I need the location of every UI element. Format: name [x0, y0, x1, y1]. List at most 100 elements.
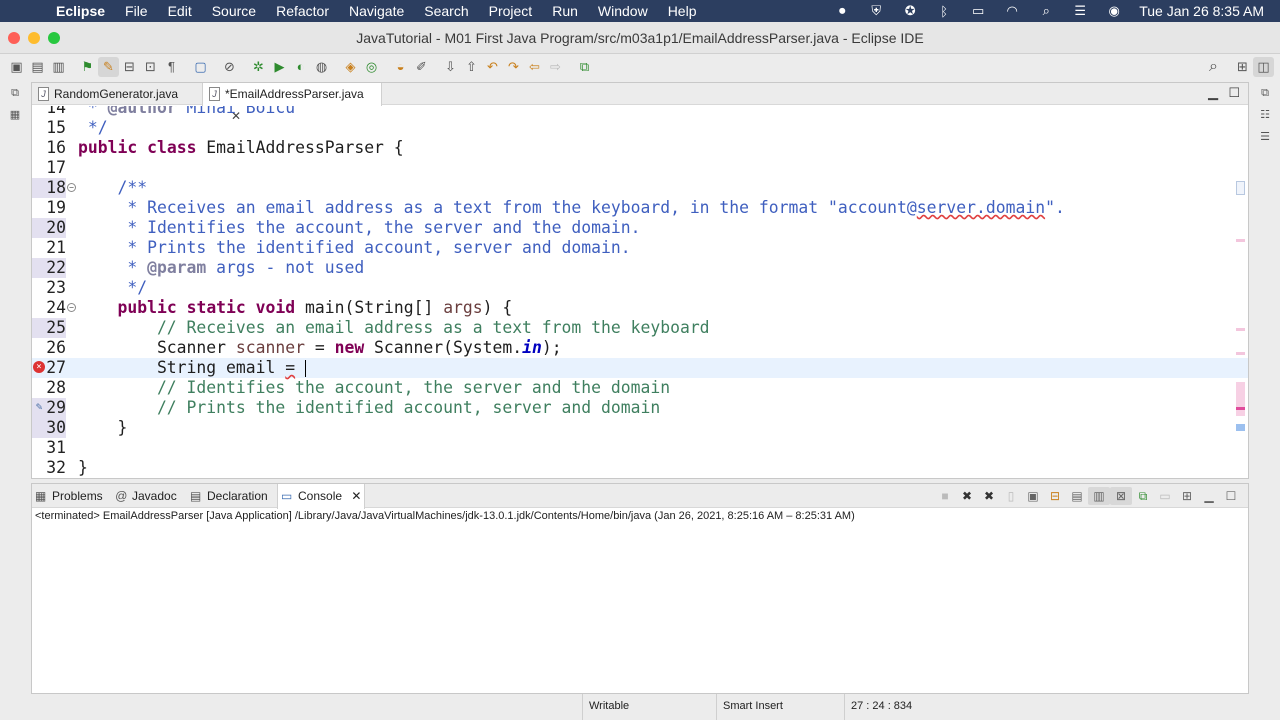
code-text[interactable]: Scanner scanner = new Scanner(System.in)…	[78, 338, 562, 358]
open-perspective-icon[interactable]: ⊞	[1232, 57, 1253, 77]
tab-declaration[interactable]: ▤ Declaration	[187, 484, 279, 508]
code-text[interactable]: // Identifies the account, the server an…	[78, 378, 670, 398]
code-text[interactable]: String email =	[78, 358, 306, 378]
ruler-mark[interactable]	[1236, 328, 1245, 331]
record-icon[interactable]: ⏺	[825, 3, 859, 19]
ruler-mark[interactable]	[1236, 181, 1245, 195]
task-marker-icon[interactable]: ✎	[33, 401, 45, 413]
code-line[interactable]: 27 × String email =	[32, 358, 1248, 378]
pin-console-icon[interactable]: ⊠	[1110, 487, 1132, 505]
open-type-icon[interactable]: ◒	[390, 57, 411, 77]
maximize-icon[interactable]: ☐	[1220, 487, 1242, 505]
show-whitespace-icon[interactable]: ¶	[161, 57, 182, 77]
code-line[interactable]: 25 // Receives an email address as a tex…	[32, 318, 1248, 338]
error-icon[interactable]: ×	[33, 361, 45, 373]
code-line[interactable]: 20 * Identifies the account, the server …	[32, 218, 1248, 238]
bluetooth-icon[interactable]: ᛒ	[927, 4, 961, 19]
show-console-stdout-icon[interactable]: ▤	[1066, 487, 1088, 505]
maximize-icon[interactable]: ☐	[1228, 85, 1240, 101]
code-text[interactable]: /**	[78, 178, 147, 198]
badge-icon[interactable]: ✪	[893, 3, 927, 19]
code-text[interactable]: */	[78, 118, 108, 138]
ruler-mark[interactable]	[1236, 352, 1245, 355]
ruler-mark[interactable]	[1236, 239, 1245, 242]
external-tools-icon[interactable]: ◍	[311, 57, 332, 77]
code-text[interactable]: }	[78, 458, 88, 478]
siri-icon[interactable]: ◉	[1097, 3, 1131, 19]
menu-search[interactable]: Search	[414, 3, 478, 19]
menu-refactor[interactable]: Refactor	[266, 3, 339, 19]
open-console-icon[interactable]: ▭	[1154, 487, 1176, 505]
code-line[interactable]: 24− public static void main(String[] arg…	[32, 298, 1248, 318]
forward-edit-icon[interactable]: ↷	[503, 57, 524, 77]
ruler-mark[interactable]	[1236, 424, 1245, 431]
remove-all-terminated-icon[interactable]: ✖	[978, 487, 1000, 505]
tab-console[interactable]: ▭ Console ✕	[277, 484, 365, 509]
toggle-mark-occurrences-icon[interactable]: ✎	[98, 57, 119, 77]
code-line[interactable]: 14 * @author Mihai Boicu	[32, 106, 1248, 118]
last-edit-location-icon[interactable]: ↶	[482, 57, 503, 77]
code-line[interactable]: 15 */	[32, 118, 1248, 138]
search-tool-icon[interactable]: ✐	[411, 57, 432, 77]
code-area[interactable]: 14 * @author Mihai Boicu 15 */16 public cl…	[32, 106, 1248, 478]
minimize-icon[interactable]: ▁	[1208, 85, 1218, 101]
word-wrap-icon[interactable]: ⊡	[140, 57, 161, 77]
outline-icon[interactable]: ☷	[1250, 104, 1280, 126]
code-text[interactable]: }	[78, 418, 127, 438]
spotlight-search-icon[interactable]: ⌕	[1029, 3, 1063, 19]
new-java-class-icon[interactable]: ◎	[361, 57, 382, 77]
close-tab-icon[interactable]: ✕	[351, 489, 361, 503]
code-line[interactable]: 22 * @param args - not used	[32, 258, 1248, 278]
menu-source[interactable]: Source	[202, 3, 266, 19]
shield-icon[interactable]: ⛨	[859, 3, 893, 19]
insert-mode-status[interactable]: Smart Insert	[716, 694, 844, 720]
code-line[interactable]: 19 * Receives an email address as a text…	[32, 198, 1248, 218]
task-list-icon[interactable]: ☰	[1250, 126, 1280, 148]
code-line[interactable]: 26 Scanner scanner = new Scanner(System.…	[32, 338, 1248, 358]
code-text[interactable]: * @param args - not used	[78, 258, 364, 278]
minimize-icon[interactable]: ▁	[1198, 487, 1220, 505]
terminate-icon[interactable]: ■	[934, 487, 956, 505]
clear-console-icon[interactable]: ▯	[1000, 487, 1022, 505]
restore-icon[interactable]: ⧉	[0, 82, 30, 104]
package-explorer-icon[interactable]: ▦	[0, 104, 30, 126]
java-perspective-icon[interactable]: ◫	[1253, 57, 1274, 77]
new-console-icon[interactable]: ⊞	[1176, 487, 1198, 505]
debug-icon[interactable]: ✲	[248, 57, 269, 77]
battery-icon[interactable]: ▭	[961, 3, 995, 19]
new-java-project-icon[interactable]: ◈	[340, 57, 361, 77]
build-icon[interactable]: ⚑	[77, 57, 98, 77]
code-line[interactable]: 28 // Identifies the account, the server…	[32, 378, 1248, 398]
show-console-stderr-icon[interactable]: ▥	[1088, 487, 1110, 505]
fold-toggle-icon[interactable]: −	[67, 303, 76, 312]
wifi-icon[interactable]: ◠	[995, 3, 1029, 19]
menu-run[interactable]: Run	[542, 3, 588, 19]
code-text[interactable]: // Prints the identified account, server…	[78, 398, 660, 418]
code-line[interactable]: 16 public class EmailAddressParser {	[32, 138, 1248, 158]
next-annotation-icon[interactable]: ⇩	[440, 57, 461, 77]
forward-icon[interactable]: ⇨	[545, 57, 566, 77]
toggle-block-selection-icon[interactable]: ⊟	[119, 57, 140, 77]
scroll-lock-icon[interactable]: ▣	[1022, 487, 1044, 505]
overview-ruler[interactable]	[1234, 106, 1246, 478]
terminal-icon[interactable]: ▢	[190, 57, 211, 77]
menu-navigate[interactable]: Navigate	[339, 3, 414, 19]
code-text[interactable]: * @author Mihai Boicu	[78, 106, 295, 118]
save-icon[interactable]: ▤	[27, 57, 48, 77]
ruler-mark[interactable]	[1236, 382, 1245, 416]
menu-file[interactable]: File	[115, 3, 158, 19]
menu-window[interactable]: Window	[588, 3, 658, 19]
previous-annotation-icon[interactable]: ⇧	[461, 57, 482, 77]
skip-breakpoints-icon[interactable]: ⊘	[219, 57, 240, 77]
code-text[interactable]: * Identifies the account, the server and…	[78, 218, 640, 238]
menu-help[interactable]: Help	[658, 3, 707, 19]
fold-toggle-icon[interactable]: −	[67, 183, 76, 192]
tab-email-address-parser[interactable]: J *EmailAddressParser.java ✕	[202, 83, 382, 123]
code-line[interactable]: 31	[32, 438, 1248, 458]
ruler-error-mark[interactable]	[1236, 407, 1245, 410]
code-line[interactable]: 18− /**	[32, 178, 1248, 198]
tab-random-generator[interactable]: J RandomGenerator.java	[32, 83, 202, 105]
display-selected-console-icon[interactable]: ⧉	[1132, 487, 1154, 505]
cursor-position-status[interactable]: 27 : 24 : 834	[844, 694, 934, 720]
code-text[interactable]: * Prints the identified account, server …	[78, 238, 630, 258]
